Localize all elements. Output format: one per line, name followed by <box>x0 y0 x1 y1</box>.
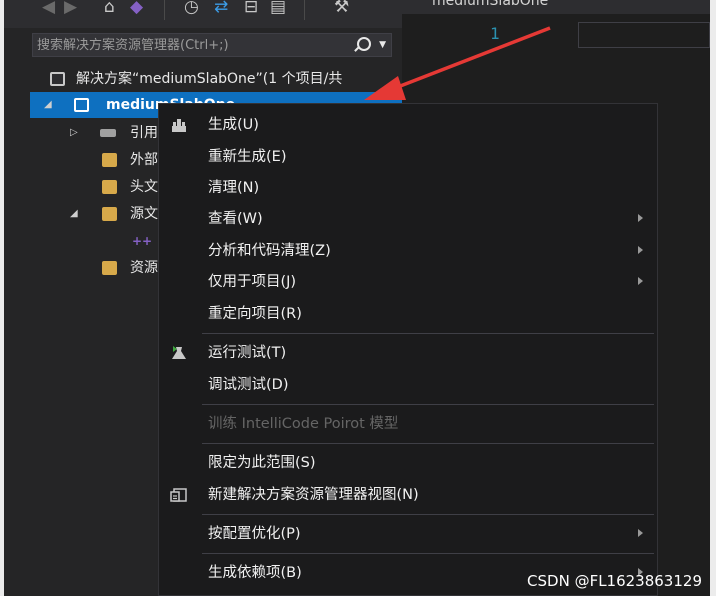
expand-arrow-icon[interactable]: ◢ <box>70 201 78 227</box>
submenu-arrow-icon <box>638 277 643 285</box>
collapse-arrow-icon[interactable]: ▷ <box>70 120 78 146</box>
toolbar-separator <box>304 0 305 20</box>
tree-item-label: 解决方案“mediumSlabOne”(1 个项目/共 <box>76 71 343 87</box>
submenu-arrow-icon <box>638 529 643 537</box>
menu-item-run-tests[interactable]: 运行测试(T) <box>159 337 657 369</box>
menu-item-scope-to-this[interactable]: 限定为此范围(S) <box>159 447 657 479</box>
menu-item-project-only[interactable]: 仅用于项目(J) <box>159 266 657 298</box>
home-icon[interactable]: ⌂ <box>104 0 115 17</box>
menu-item-rebuild[interactable]: 重新生成(E) <box>159 141 657 173</box>
menu-item-label: 重新生成(E) <box>208 149 287 165</box>
new-view-icon <box>170 488 187 502</box>
arrow-head <box>364 76 406 100</box>
arrow-shaft <box>389 26 551 92</box>
menu-item-new-explorer-view[interactable]: 新建解决方案资源管理器视图(N) <box>159 479 657 511</box>
menu-item-retarget[interactable]: 重定向项目(R) <box>159 298 657 330</box>
flask-icon <box>172 346 186 359</box>
solution-explorer-search[interactable]: ▼ <box>32 33 392 57</box>
menu-item-label: 限定为此范围(S) <box>208 455 316 471</box>
menu-item-build[interactable]: 生成(U) <box>159 109 657 141</box>
tree-item-headers[interactable]: 头文 <box>4 174 162 200</box>
tree-item-solution[interactable]: 解决方案“mediumSlabOne”(1 个项目/共 <box>4 66 402 92</box>
menu-item-analyze[interactable]: 分析和代码清理(Z) <box>159 235 657 267</box>
submenu-arrow-icon <box>638 246 643 254</box>
menu-item-pgo[interactable]: 按配置优化(P) <box>159 518 657 550</box>
tree-item-references[interactable]: ▷ 引用 <box>4 120 162 146</box>
menu-item-label: 按配置优化(P) <box>208 526 301 542</box>
menu-item-label: 新建解决方案资源管理器视图(N) <box>208 487 419 503</box>
tree-item-label: 引用 <box>130 125 158 141</box>
sync-icon[interactable]: ⇄ <box>214 0 228 17</box>
tree-item-label: 源文 <box>130 206 158 222</box>
menu-item-label: 生成依赖项(B) <box>208 565 302 581</box>
menu-item-label: 分析和代码清理(Z) <box>208 243 331 259</box>
tree-item-resources[interactable]: 资源 <box>4 255 162 281</box>
filter-folder-icon <box>102 180 117 194</box>
folder-icon <box>102 153 117 167</box>
tree-item-external[interactable]: 外部 <box>4 147 162 173</box>
menu-separator <box>202 404 654 405</box>
properties-wrench-icon[interactable]: ⚒ <box>334 0 349 17</box>
cpp-project-icon <box>74 98 89 112</box>
window-frame-right <box>710 0 716 596</box>
menu-item-label: 清理(N) <box>208 180 260 196</box>
watermark-text: CSDN @FL1623863129 <box>527 572 702 590</box>
menu-item-label: 仅用于项目(J) <box>208 274 297 290</box>
menu-item-label: 查看(W) <box>208 211 263 227</box>
references-icon <box>100 129 116 137</box>
collapse-all-icon[interactable]: ⊟ <box>244 0 258 17</box>
tree-item-label: 资源 <box>130 260 158 276</box>
menu-separator <box>202 443 654 444</box>
document-tab-title[interactable]: mediumSlabOne <box>432 0 548 9</box>
forward-icon[interactable]: ▶ <box>64 0 77 17</box>
cpp-file-icon: ++ <box>132 234 153 248</box>
submenu-arrow-icon <box>638 214 643 222</box>
menu-item-label: 调试测试(D) <box>208 377 289 393</box>
tree-item-label: 外部 <box>130 152 158 168</box>
history-icon[interactable]: ◷ <box>184 0 199 17</box>
menu-separator <box>202 333 654 334</box>
menu-item-label: 训练 IntelliCode Poirot 模型 <box>208 416 399 432</box>
menu-separator <box>202 514 654 515</box>
menu-item-train-intellicode: 训练 IntelliCode Poirot 模型 <box>159 408 657 440</box>
tree-item-sources[interactable]: ◢ 源文 <box>4 201 162 227</box>
expand-arrow-icon[interactable]: ◢ <box>44 92 52 118</box>
menu-item-debug-tests[interactable]: 调试测试(D) <box>159 369 657 401</box>
tree-item-cpp-file[interactable]: ++ <box>4 228 162 254</box>
show-all-files-icon[interactable]: ▤ <box>270 0 286 17</box>
back-icon[interactable]: ◀ <box>42 0 55 17</box>
menu-item-clean[interactable]: 清理(N) <box>159 172 657 204</box>
menu-separator <box>202 553 654 554</box>
solution-icon <box>50 72 65 86</box>
menu-item-view[interactable]: 查看(W) <box>159 203 657 235</box>
filter-folder-icon <box>102 207 117 221</box>
annotation-arrow <box>364 26 551 100</box>
menu-item-label: 重定向项目(R) <box>208 306 302 322</box>
menu-item-label: 生成(U) <box>208 117 259 133</box>
toolbar-separator <box>164 0 165 20</box>
context-menu: 生成(U) 重新生成(E) 清理(N) 查看(W) 分析和代码清理(Z) 仅用于… <box>158 103 658 596</box>
filter-folder-icon <box>102 261 117 275</box>
navigation-bar-box[interactable] <box>578 22 710 48</box>
solution-explorer-toolbar: ◀ ▶ ⌂ ◆ ◷ ⇄ ⊟ ▤ ⚒ <box>4 0 402 28</box>
tree-item-label: 头文 <box>130 179 158 195</box>
build-icon <box>172 119 186 132</box>
menu-item-label: 运行测试(T) <box>208 345 287 361</box>
vs-switch-view-icon[interactable]: ◆ <box>130 0 143 17</box>
search-input[interactable] <box>37 34 337 56</box>
document-tab-strip: mediumSlabOne <box>402 0 710 14</box>
